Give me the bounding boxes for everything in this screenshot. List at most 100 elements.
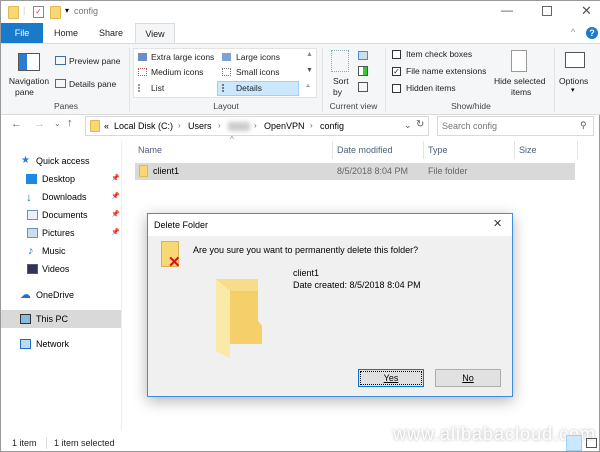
pin-icon[interactable]: 📌 xyxy=(111,188,120,206)
pin-icon[interactable]: 📌 xyxy=(111,170,120,188)
file-row[interactable]: client1 8/5/2018 8:04 PM File folder xyxy=(135,163,575,180)
hide-selected-items-label2[interactable]: items xyxy=(511,87,531,97)
help-icon[interactable]: ? xyxy=(586,27,598,39)
properties-icon[interactable]: ✓ xyxy=(33,6,44,18)
onedrive-icon: ☁ xyxy=(20,289,31,301)
collapse-ribbon-icon[interactable]: ^ xyxy=(571,27,575,37)
column-type[interactable]: Type xyxy=(425,141,515,159)
file-name: client1 xyxy=(153,166,180,176)
divider xyxy=(46,437,47,449)
navigation-pane-button[interactable]: Navigation xyxy=(7,76,51,86)
options-dropdown-icon[interactable]: ▾ xyxy=(571,86,575,94)
crumb-config[interactable]: config xyxy=(320,121,344,131)
sort-by-button-label2[interactable]: by xyxy=(333,87,342,97)
layout-large-icons[interactable]: Large icons xyxy=(236,52,280,62)
close-button[interactable]: ✕ xyxy=(581,3,592,19)
nav-desktop[interactable]: Desktop 📌 xyxy=(1,170,121,188)
item-check-boxes-label: Item check boxes xyxy=(406,49,473,59)
forward-button[interactable]: → xyxy=(34,118,45,130)
nav-documents[interactable]: Documents 📌 xyxy=(1,206,121,224)
separator: | xyxy=(23,5,26,15)
new-folder-icon[interactable] xyxy=(50,6,61,19)
item-check-boxes-checkbox[interactable]: Item check boxes xyxy=(392,49,473,60)
overflow-chevron[interactable]: « xyxy=(104,121,109,131)
crumb-local-disk[interactable]: Local Disk (C:) xyxy=(114,121,173,131)
layout-extra-large-icons[interactable]: Extra large icons xyxy=(151,52,214,62)
gallery-scroll-down[interactable]: ▼ xyxy=(306,67,313,74)
nav-pictures[interactable]: Pictures 📌 xyxy=(1,224,121,242)
hide-selected-items-button[interactable]: Hide selected xyxy=(494,76,546,86)
navigation-pane-button-label2[interactable]: pane xyxy=(15,87,34,97)
nav-label: Pictures xyxy=(42,228,75,238)
hidden-items-checkbox[interactable]: Hidden items xyxy=(392,83,456,94)
gallery-scroll-up[interactable]: ▲ xyxy=(306,51,313,58)
layout-list[interactable]: List xyxy=(151,83,164,93)
list-icon xyxy=(138,84,147,92)
crumb-openvpn[interactable]: OpenVPN xyxy=(264,121,305,131)
gallery-expand[interactable]: ⩡ xyxy=(306,83,310,91)
layout-small-icons[interactable]: Small icons xyxy=(236,67,279,77)
add-columns-icon[interactable] xyxy=(358,66,368,76)
tab-home[interactable]: Home xyxy=(45,23,87,43)
file-date: 8/5/2018 8:04 PM xyxy=(337,166,409,176)
dialog-close-button[interactable]: ✕ xyxy=(493,217,502,230)
layout-medium-icons[interactable]: Medium icons xyxy=(151,67,203,77)
sort-by-button[interactable]: Sort xyxy=(333,76,349,86)
crumb-users[interactable]: Users xyxy=(188,121,212,131)
layout-group-label: Layout xyxy=(213,101,239,111)
nav-music[interactable]: ♪ Music xyxy=(1,242,121,260)
crumb-separator: › xyxy=(254,121,257,130)
nav-label: This PC xyxy=(36,314,69,324)
group-by-icon[interactable] xyxy=(358,51,368,60)
divider xyxy=(129,48,130,112)
address-dropdown-icon[interactable]: ⌄ xyxy=(404,120,412,131)
search-input[interactable] xyxy=(442,119,572,133)
nav-this-pc[interactable]: This PC xyxy=(1,310,121,328)
tab-file[interactable]: File xyxy=(1,23,43,43)
folder-icon xyxy=(8,6,19,19)
column-date-modified[interactable]: Date modified xyxy=(334,141,424,159)
search-box[interactable]: ⚲ xyxy=(437,116,594,136)
refresh-icon[interactable]: ↻ xyxy=(416,119,424,130)
nav-label: Quick access xyxy=(36,156,90,166)
size-columns-icon[interactable] xyxy=(358,82,368,92)
address-bar[interactable]: « Local Disk (C:) › Users › › OpenVPN › … xyxy=(85,116,429,136)
computer-icon xyxy=(20,314,31,324)
column-name[interactable]: Name xyxy=(135,141,333,159)
nav-network[interactable]: Network xyxy=(1,335,121,353)
nav-onedrive[interactable]: ☁ OneDrive xyxy=(1,286,121,304)
large-icons-icon xyxy=(222,53,231,61)
nav-downloads[interactable]: ↓ Downloads 📌 xyxy=(1,188,121,206)
column-size[interactable]: Size xyxy=(516,141,578,159)
large-icons-view-button[interactable] xyxy=(586,438,597,448)
minimize-button[interactable]: — xyxy=(501,3,513,17)
options-button[interactable]: Options xyxy=(559,76,588,86)
up-button[interactable]: ↑ xyxy=(67,117,73,129)
file-name-extensions-checkbox[interactable]: ✓ File name extensions xyxy=(392,66,486,77)
folder-icon xyxy=(90,120,100,132)
yes-button[interactable]: Yes xyxy=(358,369,424,387)
back-button[interactable]: ← xyxy=(11,118,22,130)
layout-details[interactable]: Details xyxy=(236,83,262,93)
pin-icon[interactable]: 📌 xyxy=(111,224,120,242)
tab-share[interactable]: Share xyxy=(89,23,133,43)
details-pane-button[interactable]: Details pane xyxy=(69,79,116,89)
documents-icon xyxy=(27,210,38,220)
no-button[interactable]: No xyxy=(435,369,501,387)
search-icon[interactable]: ⚲ xyxy=(580,120,587,131)
divider xyxy=(554,48,555,112)
details-view-button[interactable] xyxy=(566,435,582,451)
nav-videos[interactable]: Videos xyxy=(1,260,121,278)
nav-quick-access[interactable]: ★ Quick access xyxy=(1,152,121,170)
nav-label: Network xyxy=(36,339,70,349)
network-icon xyxy=(20,339,31,349)
preview-pane-button[interactable]: Preview pane xyxy=(69,56,121,66)
maximize-button[interactable] xyxy=(542,6,552,16)
delete-folder-dialog: Delete Folder ✕ ✕ Are you sure you want … xyxy=(147,213,513,397)
medium-icons-icon xyxy=(138,68,147,76)
crumb-username-redacted[interactable] xyxy=(228,122,250,131)
customize-toolbar-icon[interactable]: ▾ xyxy=(65,6,69,15)
tab-view[interactable]: View xyxy=(135,23,175,44)
recent-locations-icon[interactable]: ⌄ xyxy=(54,119,61,128)
pin-icon[interactable]: 📌 xyxy=(111,206,120,224)
